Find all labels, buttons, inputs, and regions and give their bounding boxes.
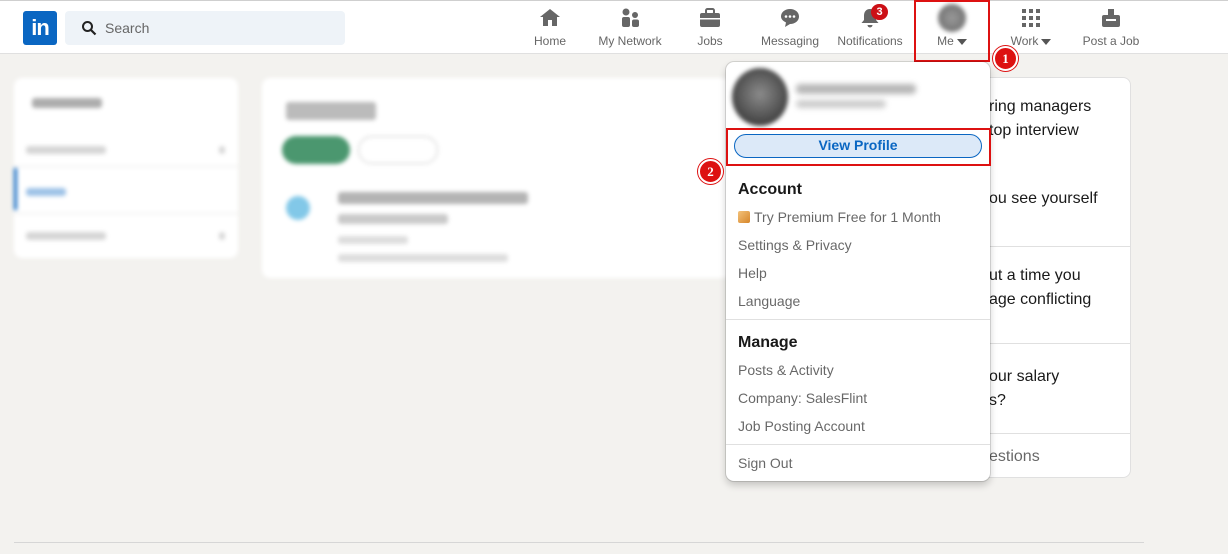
settings-privacy-link[interactable]: Settings & Privacy	[738, 237, 852, 253]
my-jobs-card	[262, 78, 732, 278]
card-question-text[interactable]: age conflicting	[989, 288, 1091, 312]
try-premium-link[interactable]: Try Premium Free for 1 Month	[738, 209, 941, 225]
me-dropdown-menu: Account Try Premium Free for 1 Month Set…	[726, 62, 990, 481]
account-heading: Account	[738, 181, 802, 198]
manage-heading: Manage	[738, 334, 798, 351]
profile-avatar	[732, 68, 788, 126]
sign-out-link[interactable]: Sign Out	[738, 455, 792, 471]
premium-icon	[738, 211, 750, 223]
footer-divider	[14, 542, 1144, 543]
my-items-card	[14, 78, 238, 258]
divider	[726, 319, 990, 320]
card-text-line: ring managers	[989, 98, 1092, 115]
card-text-line: top interview	[989, 122, 1079, 139]
help-link[interactable]: Help	[738, 265, 767, 281]
step-2-marker: 2	[698, 159, 723, 184]
company-page-link[interactable]: Company: SalesFlint	[738, 390, 867, 406]
view-profile-highlight-box	[726, 128, 991, 166]
card-question-text[interactable]: s?	[989, 389, 1006, 413]
language-link[interactable]: Language	[738, 293, 800, 309]
try-premium-label: Try Premium Free for 1 Month	[754, 209, 941, 225]
posts-activity-link[interactable]: Posts & Activity	[738, 362, 834, 378]
card-question-text[interactable]: ou see yourself	[989, 187, 1098, 211]
card-question-text[interactable]: ut a time you	[989, 264, 1081, 288]
profile-headline-blurred	[796, 100, 886, 108]
see-all-questions-link[interactable]: estions	[989, 445, 1040, 469]
profile-name-blurred	[796, 84, 916, 94]
card-question-text[interactable]: our salary	[989, 365, 1059, 389]
divider	[726, 444, 990, 445]
job-posting-account-link[interactable]: Job Posting Account	[738, 418, 865, 434]
